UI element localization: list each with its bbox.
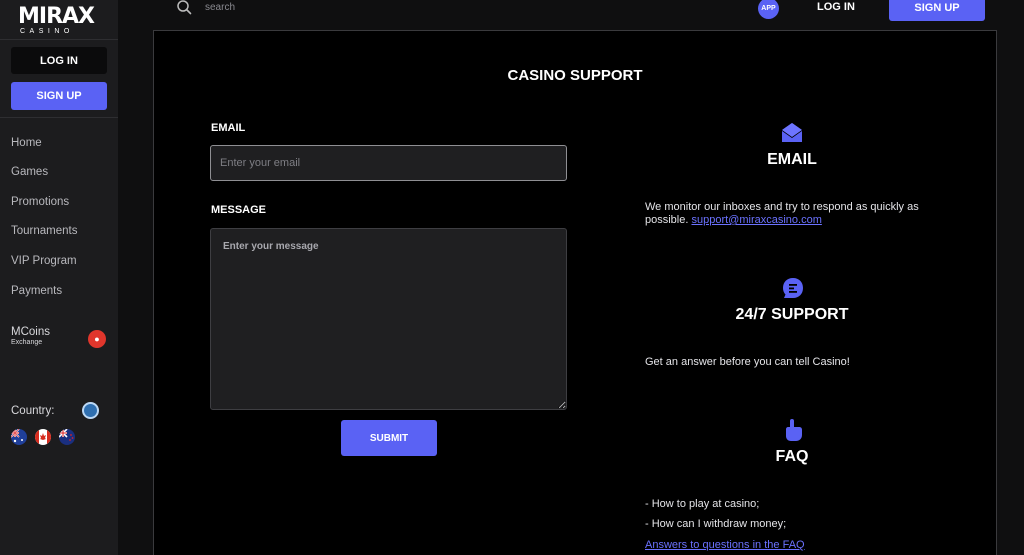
sidebar-signup-button[interactable]: SIGN UP	[11, 82, 107, 110]
support-info-text: Get an answer before you can tell Casino…	[645, 356, 850, 368]
globe-icon[interactable]	[82, 402, 99, 419]
mcoins-exchange-link[interactable]: MCoins Exchange	[11, 326, 50, 346]
email-info-text: We monitor our inboxes and try to respon…	[645, 201, 945, 227]
logo-subtext: CASINO	[20, 28, 74, 35]
email-label: EMAIL	[211, 122, 246, 134]
message-label: MESSAGE	[211, 204, 267, 216]
submit-button[interactable]: SUBMIT	[341, 420, 437, 456]
page-title: CASINO SUPPORT	[507, 67, 643, 84]
email-heading: EMAIL	[767, 151, 817, 168]
header-signup-button[interactable]: SIGN UP	[889, 0, 985, 21]
australia-flag-icon[interactable]	[11, 429, 27, 445]
faq-link[interactable]: Answers to questions in the FAQ	[645, 539, 805, 551]
mirax-logo[interactable]: MIRAX CASINO	[18, 6, 98, 40]
logo-text: MIRAX	[18, 4, 95, 29]
faq-item: - How can I withdraw money;	[645, 518, 787, 530]
faq-item: - How to play at casino;	[645, 498, 760, 510]
faq-link-row: Answers to questions in the FAQ	[645, 539, 945, 552]
mcoins-subtitle: Exchange	[11, 339, 43, 346]
divider	[0, 117, 118, 118]
mcoins-title: MCoins	[11, 326, 50, 338]
search-icon[interactable]	[176, 0, 192, 16]
new-zealand-flag-icon[interactable]	[59, 429, 75, 445]
canada-flag-icon[interactable]	[35, 429, 51, 445]
mcoin-icon: ●	[88, 330, 106, 348]
faq-heading: FAQ	[775, 448, 809, 465]
pointing-hand-icon	[786, 419, 802, 441]
message-field[interactable]	[210, 228, 567, 410]
envelope-icon	[781, 123, 803, 142]
support-heading: 24/7 SUPPORT	[735, 306, 849, 323]
chat-bubble-icon	[783, 278, 803, 298]
sidebar-login-button[interactable]: LOG IN	[11, 47, 107, 74]
country-label: Country:	[11, 405, 55, 417]
nav-item-payments[interactable]: Payments	[11, 285, 62, 297]
divider	[0, 39, 118, 40]
nav-item-vip-program[interactable]: VIP Program	[11, 255, 77, 267]
nav-item-tournaments[interactable]: Tournaments	[11, 225, 77, 237]
sidebar: MIRAX CASINO LOG IN SIGN UP Home Games P…	[0, 0, 118, 555]
nav-item-promotions[interactable]: Promotions	[11, 196, 69, 208]
nav-item-games[interactable]: Games	[11, 166, 48, 178]
nav-item-home[interactable]: Home	[11, 137, 42, 149]
email-field[interactable]	[210, 145, 567, 181]
support-email-link[interactable]: support@miraxcasino.com	[691, 214, 821, 226]
header-login-button[interactable]: LOG IN	[817, 1, 855, 13]
search-input[interactable]: search	[205, 2, 235, 13]
